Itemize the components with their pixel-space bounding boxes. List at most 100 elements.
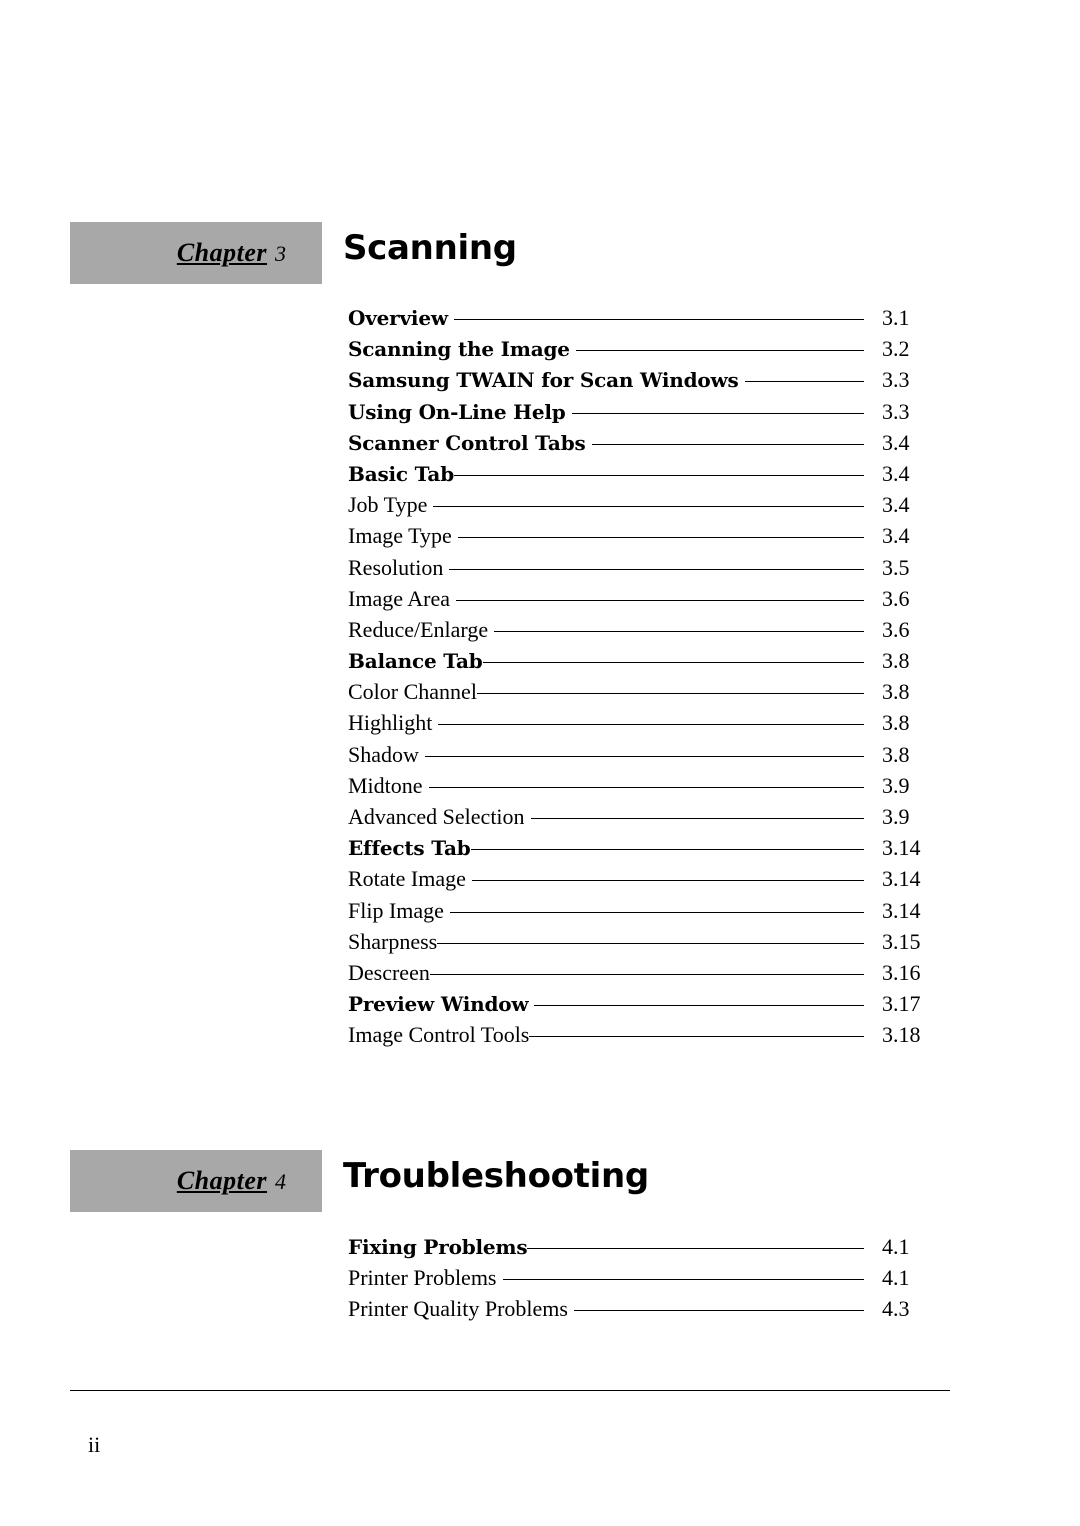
toc-entry[interactable]: Highlight 3.8 [348, 710, 948, 741]
toc-entry-page: 3.9 [882, 804, 910, 829]
toc-leader [573, 1310, 864, 1312]
footer-divider [70, 1390, 950, 1391]
toc-entry-page: 3.2 [882, 336, 910, 362]
toc-leader [494, 630, 864, 632]
toc-entry[interactable]: Overview 3.1 [348, 305, 948, 336]
toc-leader [502, 1279, 864, 1281]
toc-entry-label: Color Channel [348, 679, 477, 705]
toc-entry-label: Flip Image [348, 897, 444, 923]
toc-leader [456, 599, 864, 601]
toc-leader [527, 1248, 864, 1249]
toc-entry[interactable]: Job Type 3.4 [348, 492, 948, 523]
toc-entry[interactable]: Shadow 3.8 [348, 742, 948, 773]
toc-entry[interactable]: Preview Window 3.17 [348, 991, 948, 1022]
toc-leader [457, 537, 864, 539]
toc-leader [433, 506, 864, 508]
toc-leader [424, 755, 864, 757]
toc-entry-page: 3.14 [882, 897, 921, 923]
toc-entry-label: Fixing Problems [348, 1235, 528, 1259]
toc-entry[interactable]: Basic Tab 3.4 [348, 461, 948, 492]
toc-entry[interactable]: Image Area 3.6 [348, 586, 948, 617]
toc-entry-label: Overview [348, 306, 448, 330]
chapter-number-label: 4 [275, 1169, 286, 1194]
toc-entry-label: Resolution [348, 554, 444, 580]
toc-entry-page: 3.8 [882, 648, 910, 674]
toc-entry-label: Highlight [348, 710, 433, 736]
toc-leader [453, 319, 864, 320]
toc-entry-page: 3.8 [882, 679, 910, 705]
toc-leader [529, 1036, 864, 1038]
toc-leader [449, 911, 864, 913]
toc-entry-page: 3.16 [882, 959, 921, 985]
toc-entry[interactable]: Flip Image 3.14 [348, 898, 948, 929]
chapter-title-3: Scanning [343, 228, 517, 268]
toc-leader [428, 786, 864, 788]
toc-entry-page: 3.8 [882, 741, 910, 767]
chapter-tag-inner: Chapter 4 [177, 1166, 322, 1196]
toc-entry-page: 3.1 [882, 305, 910, 330]
toc-entry[interactable]: Samsung TWAIN for Scan Windows 3.3 [348, 367, 948, 398]
toc-entry[interactable]: Fixing Problems 4.1 [348, 1234, 948, 1265]
toc-entry-label: Rotate Image [348, 866, 466, 892]
toc-entry-page: 4.1 [882, 1234, 910, 1259]
chapter-number-label: 3 [275, 241, 286, 266]
toc-entry[interactable]: Image Type 3.4 [348, 523, 948, 554]
toc-entry-page: 4.3 [882, 1296, 910, 1322]
toc-entry-label: Descreen [348, 959, 430, 985]
chapter-tag-4: Chapter 4 [70, 1150, 322, 1212]
toc-leader [571, 412, 864, 414]
toc-leader [482, 662, 864, 664]
toc-entry-page: 3.3 [882, 367, 910, 393]
toc-entry-label: Printer Quality Problems [348, 1296, 568, 1322]
toc-entry[interactable]: Reduce/Enlarge 3.6 [348, 617, 948, 648]
toc-entry-label: Advanced Selection [348, 804, 525, 829]
toc-entry-page: 3.6 [882, 616, 910, 642]
toc-leader [429, 973, 864, 975]
toc-entry-label: Printer Problems [348, 1265, 497, 1291]
toc-entry-page: 3.4 [882, 492, 910, 518]
toc-entry[interactable]: Effects Tab 3.14 [348, 835, 948, 866]
toc-entry[interactable]: Descreen 3.16 [348, 960, 948, 991]
toc-entry-label: Midtone [348, 772, 423, 798]
toc-entry[interactable]: Printer Quality Problems 4.3 [348, 1296, 948, 1327]
toc-entry-label: Scanner Control Tabs [348, 430, 586, 455]
toc-entry-page: 3.6 [882, 585, 910, 611]
toc-entry[interactable]: Midtone 3.9 [348, 773, 948, 804]
toc-entry-page: 3.4 [882, 460, 910, 486]
chapter-word-label: Chapter [176, 238, 267, 267]
chapter-word-label: Chapter [176, 1166, 267, 1195]
toc-entry-page: 3.3 [882, 398, 910, 424]
toc-list-chapter-4: Fixing Problems 4.1 Printer Problems 4.1… [348, 1234, 948, 1328]
toc-entry-label: Image Area [348, 585, 450, 611]
toc-entry-page: 3.9 [882, 772, 910, 798]
toc-entry[interactable]: Image Control Tools 3.18 [348, 1022, 948, 1053]
toc-entry[interactable]: Sharpness 3.15 [348, 929, 948, 960]
toc-entry[interactable]: Balance Tab 3.8 [348, 648, 948, 679]
toc-entry[interactable]: Scanning the Image 3.2 [348, 336, 948, 367]
toc-entry-label: Job Type [348, 492, 428, 518]
toc-entry-label: Preview Window [348, 992, 529, 1017]
toc-entry[interactable]: Advanced Selection 3.9 [348, 804, 948, 835]
toc-entry-label: Image Control Tools [348, 1022, 530, 1048]
toc-entry-page: 3.14 [882, 866, 921, 892]
toc-entry[interactable]: Rotate Image 3.14 [348, 866, 948, 897]
toc-entry-page: 3.8 [882, 710, 910, 736]
toc-entry-label: Scanning the Image [348, 337, 570, 362]
toc-entry[interactable]: Scanner Control Tabs 3.4 [348, 430, 948, 461]
chapter-tag-3: Chapter 3 [70, 222, 322, 284]
toc-leader [744, 381, 864, 383]
page-number: ii [88, 1432, 101, 1457]
toc-entry-page: 3.4 [882, 429, 910, 455]
toc-entry-page: 4.1 [882, 1265, 910, 1291]
toc-leader [449, 568, 864, 570]
toc-entry[interactable]: Using On-Line Help 3.3 [348, 399, 948, 430]
toc-entry-page: 3.14 [882, 835, 921, 861]
toc-entry[interactable]: Resolution 3.5 [348, 555, 948, 586]
toc-entry[interactable]: Color Channel 3.8 [348, 679, 948, 710]
toc-leader [534, 1005, 864, 1007]
chapter-tag-inner: Chapter 3 [177, 238, 322, 268]
toc-entry[interactable]: Printer Problems 4.1 [348, 1265, 948, 1296]
toc-leader [591, 443, 864, 445]
toc-entry-page: 3.4 [882, 523, 910, 549]
toc-entry-label: Sharpness [348, 928, 438, 954]
